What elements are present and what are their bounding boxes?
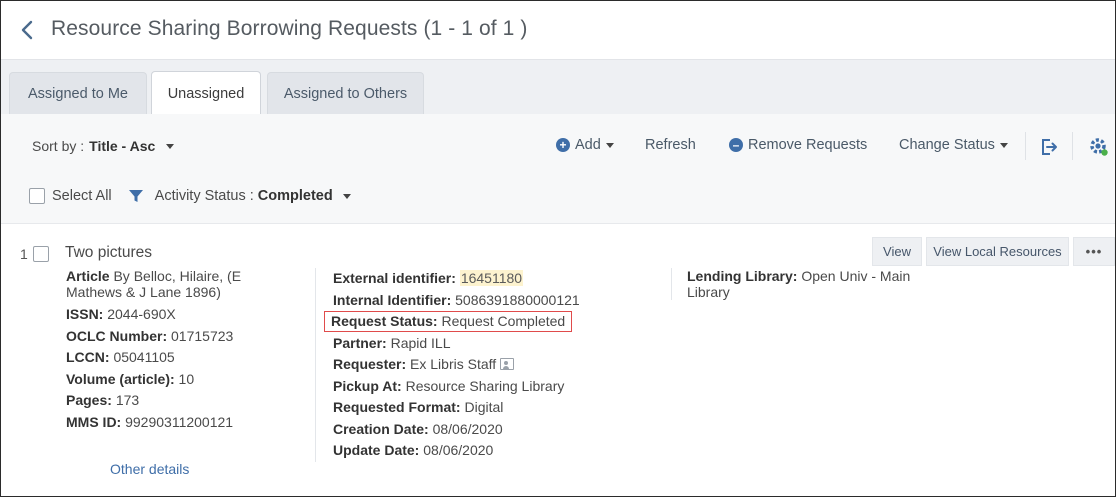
activity-status-filter[interactable]: Activity Status : Completed [155,188,351,204]
minus-circle-icon: – [729,138,743,152]
bibliographic-details: Article By Belloc, Hilaire, (E Mathews &… [66,268,296,433]
select-all-label: Select All [52,188,112,204]
record-title[interactable]: Two pictures [65,244,152,262]
chevron-down-icon [999,142,1008,148]
pickup-field: Pickup At: Resource Sharing Library [333,377,565,394]
external-identifier-field: External identifier: 16451180 [333,270,524,286]
status-highlight-box: Request Status: Request Completed [324,311,573,332]
issn-field: ISSN: 2044-690X [66,306,176,322]
tab-bar: Assigned to Me Unassigned Assigned to Ot… [1,59,1115,115]
mms-id-field: MMS ID: 99290311200121 [66,413,234,430]
lccn-field: LCCN: 05041105 [66,349,175,365]
requester-field: Requester: Ex Libris Staff [333,354,645,376]
list-item: 1 Two pictures View View Local Resources… [1,224,1115,496]
tab-assigned-to-others[interactable]: Assigned to Others [267,72,424,115]
activity-value: Completed [257,188,333,204]
volume-field: Volume (article): 10 [66,370,195,387]
export-icon[interactable] [1040,138,1058,156]
view-button[interactable]: View [872,237,922,266]
request-status-field: Request Status: Request Completed [324,311,645,333]
record-number: 1 [20,246,28,262]
activity-prefix: Activity Status : [154,188,254,204]
change-status-button[interactable]: Change Status [899,137,1008,153]
toolbar-divider [1025,132,1026,160]
chevron-down-icon [605,142,614,148]
row-actions: View View Local Resources ••• [872,237,1115,266]
update-date-field: Update Date: 08/06/2020 [333,442,494,458]
gear-icon[interactable] [1089,137,1109,157]
plus-circle-icon: + [556,138,570,152]
contact-card-icon[interactable] [500,358,515,370]
select-all[interactable]: Select All [29,188,112,204]
tab-unassigned[interactable]: Unassigned [151,71,261,115]
view-local-resources-button[interactable]: View Local Resources [926,237,1069,266]
requested-format-field: Requested Format: Digital [333,399,504,415]
page-title: Resource Sharing Borrowing Requests (1 -… [51,17,528,40]
filter-icon [128,190,143,202]
creation-date-field: Creation Date: 08/06/2020 [333,420,503,437]
toolbar: Sort by : Title - Asc + Add Refresh – Re… [1,114,1115,224]
more-actions-button[interactable]: ••• [1073,237,1115,266]
remove-requests-button[interactable]: – Remove Requests [729,137,867,153]
record-checkbox[interactable] [33,246,49,262]
oclc-field: OCLC Number: 01715723 [66,327,234,344]
lending-details: Lending Library: Open Univ - Main Librar… [671,268,911,300]
select-all-checkbox[interactable] [29,188,45,204]
chevron-down-icon [342,193,351,199]
internal-identifier-field: Internal Identifier: 5086391880000121 [333,291,580,308]
chevron-left-icon[interactable] [19,19,37,41]
article-info: Article By Belloc, Hilaire, (E Mathews &… [66,268,242,300]
toolbar-divider [1072,132,1073,160]
main-content: Sort by : Title - Asc + Add Refresh – Re… [1,114,1115,496]
change-status-label: Change Status [899,137,995,153]
app-frame: Resource Sharing Borrowing Requests (1 -… [0,0,1116,497]
lending-library-field: Lending Library: Open Univ - Main Librar… [687,268,911,300]
partner-field: Partner: Rapid ILL [333,334,451,351]
request-details: External identifier: 16451180 Internal I… [315,268,645,462]
add-button[interactable]: + Add [556,137,614,153]
tab-assigned-to-me[interactable]: Assigned to Me [9,72,147,115]
toolbar-actions: + Add Refresh – Remove Requests Change S… [1,137,1115,159]
page-header: Resource Sharing Borrowing Requests (1 -… [1,1,1115,59]
remove-label: Remove Requests [748,137,868,153]
other-details-link[interactable]: Other details [110,461,189,477]
filter-row: Select All Activity Status : Completed [29,185,351,207]
refresh-button[interactable]: Refresh [645,137,696,153]
pages-field: Pages: 173 [66,392,140,408]
add-label: Add [575,137,601,153]
